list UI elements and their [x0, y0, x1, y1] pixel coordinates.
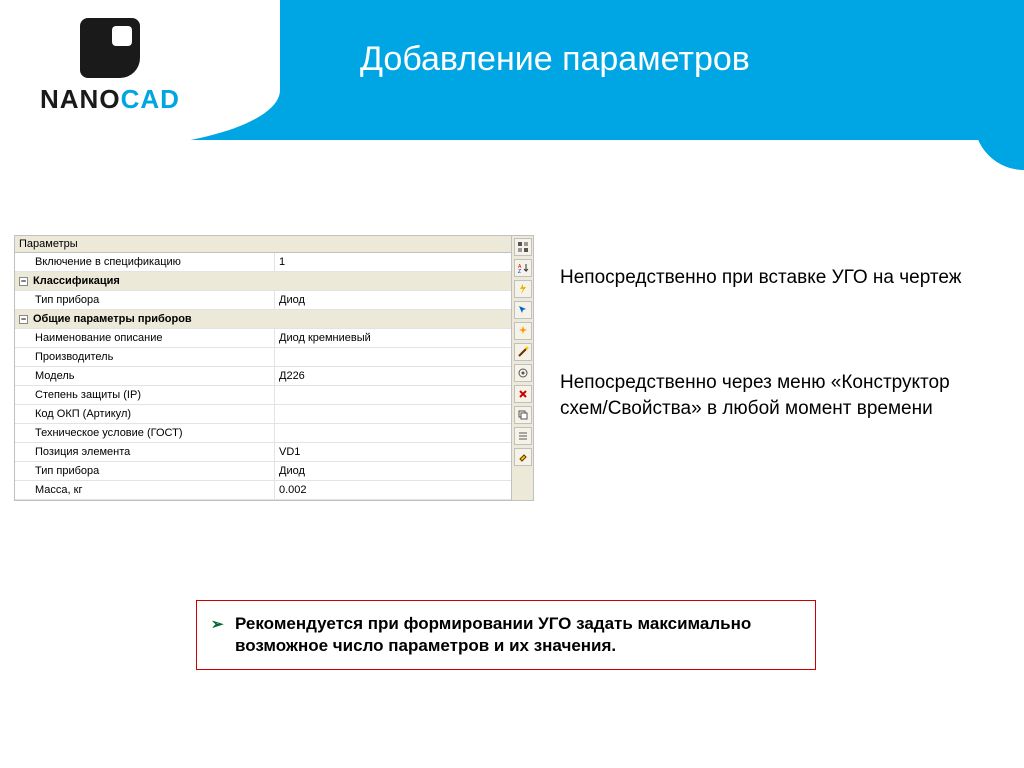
param-label: Масса, кг	[15, 481, 275, 499]
copy-icon[interactable]	[514, 406, 532, 424]
param-value[interactable]: Д226	[275, 367, 511, 385]
param-value[interactable]: VD1	[275, 443, 511, 461]
param-label: Тип прибора	[15, 291, 275, 309]
group-text: Общие параметры приборов	[33, 310, 192, 329]
side-note-1: Непосредственно при вставке УГО на черте…	[560, 265, 1000, 291]
table-row[interactable]: Модель Д226	[15, 367, 511, 386]
collapse-icon[interactable]: −	[19, 315, 28, 324]
list-icon[interactable]	[514, 427, 532, 445]
param-label: Включение в спецификацию	[15, 253, 275, 271]
panel-toolbar: AZ	[511, 236, 533, 500]
param-value[interactable]: 1	[275, 253, 511, 271]
slide-title: Добавление параметров	[360, 40, 750, 79]
bullet-icon: ➢	[211, 615, 224, 635]
panel-title: Параметры	[15, 236, 511, 253]
param-label: Код ОКП (Артикул)	[15, 405, 275, 423]
group-row[interactable]: − Классификация	[15, 272, 511, 291]
param-value[interactable]	[275, 348, 511, 366]
recommendation-text: Рекомендуется при формировании УГО задат…	[235, 614, 751, 655]
logo-brand2: CAD	[121, 84, 180, 114]
logo-text: NANOCAD	[40, 84, 180, 115]
param-label: Тип прибора	[15, 462, 275, 480]
sort-az-icon[interactable]: AZ	[514, 259, 532, 277]
param-label: Модель	[15, 367, 275, 385]
table-row[interactable]: Включение в спецификацию 1	[15, 253, 511, 272]
param-value[interactable]	[275, 405, 511, 423]
param-value[interactable]: Диод кремниевый	[275, 329, 511, 347]
param-label: Наименование описание	[15, 329, 275, 347]
group-label: − Общие параметры приборов	[15, 310, 275, 328]
logo: NANOCAD	[40, 18, 180, 115]
param-value[interactable]: Диод	[275, 462, 511, 480]
settings-icon[interactable]	[514, 364, 532, 382]
table-row[interactable]: Тип прибора Диод	[15, 291, 511, 310]
select-icon[interactable]	[514, 301, 532, 319]
thunder-icon[interactable]	[514, 280, 532, 298]
logo-brand1: NANO	[40, 84, 121, 114]
categorize-icon[interactable]	[514, 238, 532, 256]
table-row[interactable]: Позиция элемента VD1	[15, 443, 511, 462]
table-row[interactable]: Степень защиты (IP)	[15, 386, 511, 405]
group-text: Классификация	[33, 272, 120, 291]
group-row[interactable]: − Общие параметры приборов	[15, 310, 511, 329]
table-row[interactable]: Производитель	[15, 348, 511, 367]
collapse-icon[interactable]: −	[19, 277, 28, 286]
param-value[interactable]	[275, 386, 511, 404]
paint-icon[interactable]	[514, 448, 532, 466]
param-value[interactable]: Диод	[275, 291, 511, 309]
table-row[interactable]: Масса, кг 0.002	[15, 481, 511, 500]
param-label: Степень защиты (IP)	[15, 386, 275, 404]
param-label: Позиция элемента	[15, 443, 275, 461]
group-label: − Классификация	[15, 272, 275, 290]
spark-icon[interactable]	[514, 322, 532, 340]
table-row[interactable]: Наименование описание Диод кремниевый	[15, 329, 511, 348]
table-row[interactable]: Техническое условие (ГОСТ)	[15, 424, 511, 443]
param-label: Производитель	[15, 348, 275, 366]
parameters-grid[interactable]: Параметры Включение в спецификацию 1 − К…	[15, 236, 511, 500]
table-row[interactable]: Код ОКП (Артикул)	[15, 405, 511, 424]
delete-x-icon[interactable]	[514, 385, 532, 403]
parameters-panel: Параметры Включение в спецификацию 1 − К…	[14, 235, 534, 501]
table-row[interactable]: Тип прибора Диод	[15, 462, 511, 481]
logo-mark-icon	[80, 18, 140, 78]
param-label: Техническое условие (ГОСТ)	[15, 424, 275, 442]
side-note-2: Непосредственно через меню «Конструктор …	[560, 370, 1000, 421]
wand-icon[interactable]	[514, 343, 532, 361]
recommendation-box: ➢ Рекомендуется при формировании УГО зад…	[196, 600, 816, 670]
param-value[interactable]	[275, 424, 511, 442]
param-value[interactable]: 0.002	[275, 481, 511, 499]
svg-text:Z: Z	[518, 269, 521, 274]
